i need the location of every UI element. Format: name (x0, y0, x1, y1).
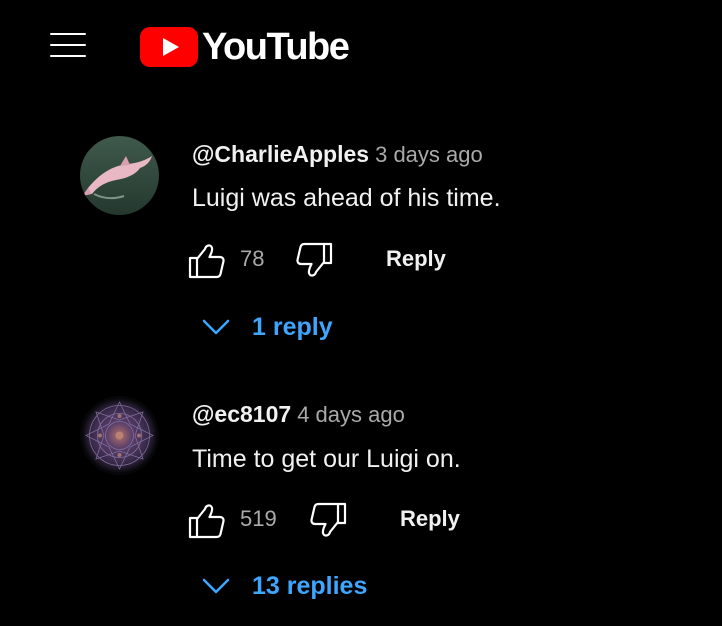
comment-time[interactable]: 3 days ago (375, 142, 483, 167)
youtube-play-icon (140, 27, 198, 67)
author-name[interactable]: @CharlieApples (192, 141, 369, 167)
avatar[interactable] (80, 136, 159, 215)
thumbs-down-icon (296, 242, 333, 277)
thumbs-down-icon (310, 502, 347, 537)
pink-dolphin-avatar-icon (80, 136, 159, 215)
hamburger-menu-icon[interactable] (50, 31, 86, 59)
logo-wordmark: YouTube (202, 26, 350, 68)
comment-header: @ec8107 4 days ago (192, 399, 405, 429)
like-button[interactable] (186, 240, 228, 282)
comment-text: Luigi was ahead of his time. (192, 184, 501, 212)
comment-time[interactable]: 4 days ago (297, 402, 405, 427)
reply-button[interactable]: Reply (386, 242, 446, 276)
author-name[interactable]: @ec8107 (192, 401, 291, 427)
like-count: 78 (240, 246, 265, 271)
replies-count-label: 1 reply (252, 313, 333, 341)
like-button[interactable] (186, 500, 228, 542)
like-count: 519 (240, 506, 277, 531)
thumbs-up-icon (188, 244, 225, 279)
chevron-down-icon (202, 578, 230, 594)
comment-header: @CharlieApples 3 days ago (192, 139, 483, 169)
replies-count-label: 13 replies (252, 572, 368, 600)
comment-text: Time to get our Luigi on. (192, 445, 461, 473)
thumbs-up-icon (188, 504, 225, 539)
masthead: YouTube (0, 0, 722, 90)
dislike-button[interactable] (307, 499, 349, 541)
chevron-down-icon (202, 319, 230, 335)
avatar[interactable] (80, 396, 159, 475)
dislike-button[interactable] (293, 239, 335, 281)
mandala-avatar-icon (80, 396, 159, 475)
reply-button[interactable]: Reply (400, 502, 460, 536)
